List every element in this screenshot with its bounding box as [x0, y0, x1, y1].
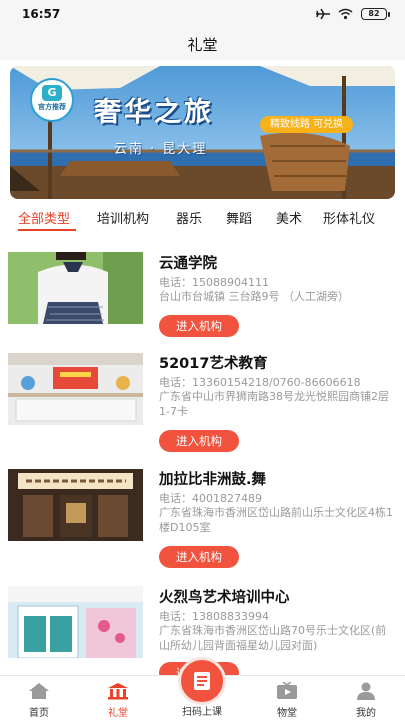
institution-name: 云通学院	[159, 256, 217, 272]
tab-etiquette[interactable]: 形体礼仪	[323, 208, 375, 227]
nav-mine-label: 我的	[356, 708, 376, 719]
wifi-icon	[338, 8, 353, 20]
institution-card[interactable]: 52017艺术教育 电话：13360154218/0760-86606618 广…	[0, 352, 405, 457]
status-bar: 16:57 82	[0, 0, 405, 30]
badge-text: 官方推荐	[38, 103, 66, 111]
airplane-mode-icon	[316, 8, 330, 20]
user-icon	[357, 682, 375, 700]
status-time: 16:57	[22, 7, 61, 21]
status-icons: 82	[316, 8, 390, 20]
institution-thumbnail	[8, 252, 143, 324]
institution-card[interactable]: 云通学院 电话：15088904111 台山市台城镇 三台路9号 （人工湖旁） …	[0, 252, 405, 347]
institution-phone: 电话：13808833994	[159, 610, 269, 623]
nav-mine[interactable]: 我的	[336, 676, 396, 720]
institution-name: 加拉比非洲鼓.舞	[159, 472, 267, 488]
header: 礼堂	[0, 30, 405, 60]
institution-name: 火烈鸟艺术培训中心	[159, 590, 290, 606]
hall-icon	[108, 683, 128, 700]
nav-hall[interactable]: 礼堂	[88, 676, 148, 720]
tab-training[interactable]: 培训机构	[97, 208, 149, 227]
official-badge: G 官方推荐	[30, 78, 74, 122]
tab-all-types[interactable]: 全部类型	[18, 208, 70, 227]
battery-icon: 82	[361, 8, 390, 20]
enter-institution-button[interactable]: 进入机构	[159, 315, 239, 337]
enter-institution-button[interactable]: 进入机构	[159, 430, 239, 452]
institution-address: 广东省中山市界狮南路38号龙光悦熙园商铺2层1-7卡	[159, 390, 389, 418]
active-tab-indicator	[18, 229, 76, 231]
page-title: 礼堂	[187, 36, 218, 54]
institution-phone: 电话：13360154218/0760-86606618	[159, 376, 361, 389]
scan-button[interactable]	[178, 657, 226, 705]
institution-thumbnail	[8, 469, 143, 541]
institution-card[interactable]: 加拉比非洲鼓.舞 电话：4001827489 广东省珠海市香洲区岱山路前山乐士文…	[0, 468, 405, 573]
banner-tag: 精致线路 可兑换	[260, 116, 354, 133]
institution-address: 广东省珠海市香洲区岱山路70号乐士文化区(前山所幼儿园背面福星幼儿园对面)	[159, 624, 387, 652]
institution-thumbnail	[8, 353, 143, 425]
banner-title: 奢华之旅	[94, 97, 214, 128]
nav-home[interactable]: 首页	[9, 676, 69, 720]
promo-banner[interactable]: G 官方推荐 奢华之旅 云南 · 昆大理 精致线路 可兑换	[10, 66, 395, 199]
nav-store-label: 物堂	[277, 708, 297, 719]
tab-instruments[interactable]: 器乐	[176, 208, 202, 227]
tab-art[interactable]: 美术	[276, 208, 302, 227]
institution-phone: 电话：15088904111	[159, 276, 269, 289]
scan-label: 扫码上课	[182, 707, 222, 718]
institution-phone: 电话：4001827489	[159, 492, 262, 505]
tab-dance[interactable]: 舞蹈	[226, 208, 252, 227]
video-icon	[277, 682, 297, 699]
nav-home-label: 首页	[29, 708, 49, 719]
nav-store[interactable]: 物堂	[257, 676, 317, 720]
badge-logo-icon: G	[42, 85, 62, 101]
banner-subtitle: 云南 · 昆大理	[114, 142, 208, 157]
scan-class-icon	[194, 672, 210, 690]
institution-address: 广东省珠海市香洲区岱山路前山乐士文化区4栋1楼D105室	[159, 506, 393, 534]
category-tabs: 全部类型 培训机构 器乐 舞蹈 美术 形体礼仪	[0, 208, 405, 232]
institution-name: 52017艺术教育	[159, 356, 268, 372]
home-icon	[29, 683, 49, 699]
institution-thumbnail	[8, 586, 143, 658]
enter-institution-button[interactable]: 进入机构	[159, 546, 239, 568]
nav-hall-label: 礼堂	[108, 708, 128, 719]
institution-address: 台山市台城镇 三台路9号 （人工湖旁）	[159, 290, 349, 303]
